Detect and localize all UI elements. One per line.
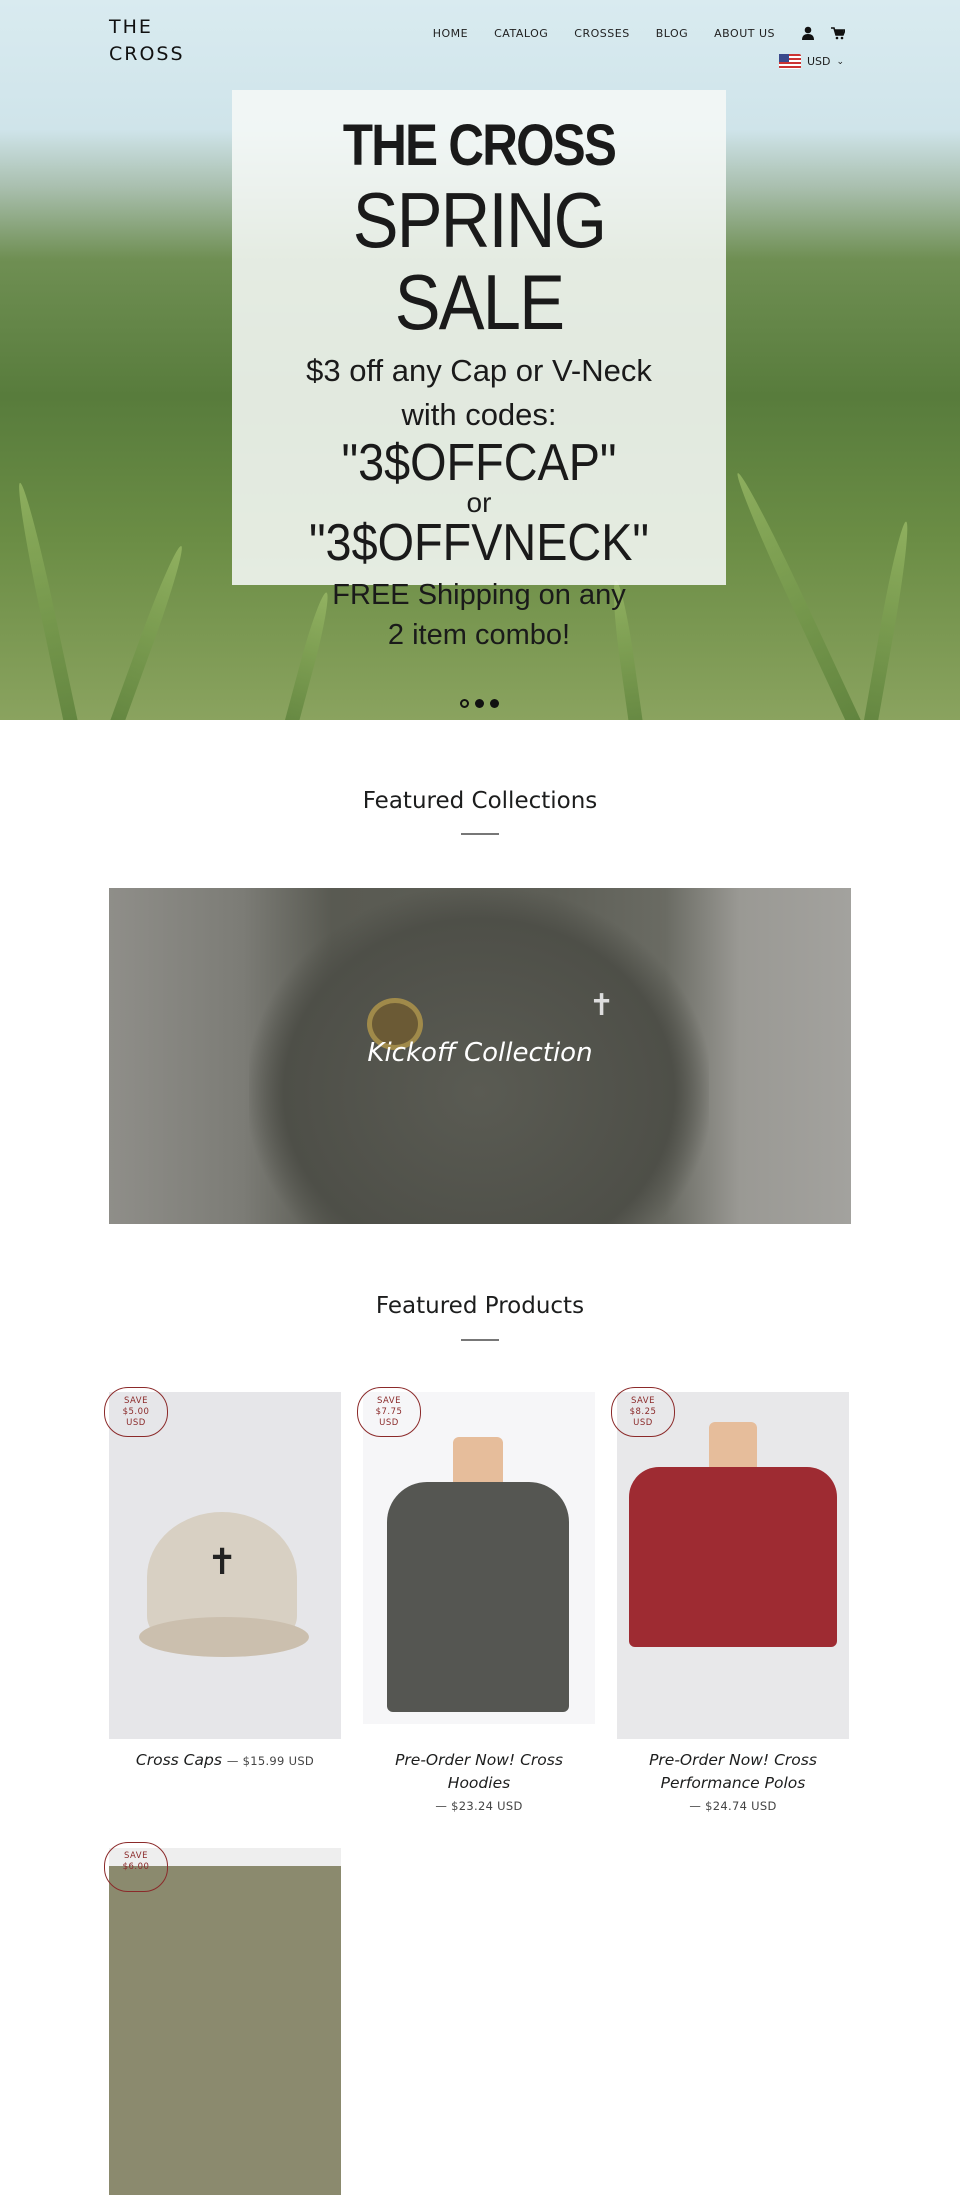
featured-products-title: Featured Products xyxy=(375,1293,585,1319)
product-title: Pre-Order Now! Cross Performance Polos xyxy=(649,1751,817,1792)
us-flag-icon xyxy=(778,54,801,69)
currency-selector[interactable]: USD ⌄ xyxy=(778,54,844,69)
collection-card[interactable]: ✝ Kickoff Collection xyxy=(109,888,851,1224)
sale-line: "3$OFFVNECK" xyxy=(308,514,650,572)
sale-line: THE CROSS xyxy=(342,113,617,178)
sale-line: 2 item combo! xyxy=(387,619,571,651)
sale-line: or xyxy=(466,487,492,518)
product-price: — $15.99 USD xyxy=(226,1754,315,1768)
slide-dot-1[interactable] xyxy=(460,699,469,708)
product-image[interactable] xyxy=(617,1392,849,1739)
cross-emblem-icon: ✝ xyxy=(589,988,615,1023)
divider xyxy=(461,1339,499,1341)
nav-home[interactable]: HOME xyxy=(433,27,468,40)
currency-label: USD xyxy=(806,55,831,68)
sale-banner[interactable]: THE CROSS SPRING SALE $3 off any Cap or … xyxy=(232,90,726,651)
collection-name: Kickoff Collection xyxy=(367,1038,593,1068)
nav-about-us[interactable]: ABOUT US xyxy=(714,27,775,40)
logo-line: CROSS xyxy=(109,43,185,65)
sale-line: $3 off any Cap or V-Neck xyxy=(306,353,652,388)
hero-slideshow: THE CROSS SPRING SALE $3 off any Cap or … xyxy=(0,0,960,720)
product-title: Cross Caps xyxy=(135,1751,222,1769)
sale-line: FREE Shipping on any xyxy=(332,579,626,611)
nav-blog[interactable]: BLOG xyxy=(656,27,688,40)
sale-line: "3$OFFCAP" xyxy=(341,434,617,492)
sale-line: SPRING SALE xyxy=(352,176,607,346)
sale-badge: SAVE $6.00 xyxy=(104,1842,168,1892)
slide-dot-2[interactable] xyxy=(475,699,484,708)
account-icon[interactable] xyxy=(801,26,815,40)
nav-crosses[interactable]: CROSSES xyxy=(574,27,629,40)
product-card[interactable] xyxy=(109,1848,341,2195)
product-image[interactable]: ✝ xyxy=(109,1392,341,1739)
featured-collections-title: Featured Collections xyxy=(362,788,598,814)
product-title: Pre-Order Now! Cross Hoodies xyxy=(395,1751,563,1792)
cart-icon[interactable] xyxy=(831,26,845,40)
product-card[interactable]: Pre-Order Now! Cross Hoodies — $23.24 USD xyxy=(363,1392,595,1818)
chevron-down-icon: ⌄ xyxy=(836,56,844,67)
site-logo[interactable]: THE CROSS xyxy=(109,14,185,68)
slide-dot-3[interactable] xyxy=(490,699,499,708)
product-price: — $24.74 USD xyxy=(689,1799,777,1813)
main-nav: HOME CATALOG CROSSES BLOG ABOUT US xyxy=(433,26,845,40)
cross-emblem-icon: ✝ xyxy=(207,1542,238,1583)
nav-catalog[interactable]: CATALOG xyxy=(494,27,548,40)
product-image[interactable] xyxy=(109,1848,341,2195)
slide-dots xyxy=(460,699,499,708)
divider xyxy=(461,833,499,835)
product-card[interactable]: ✝ Cross Caps — $15.99 USD xyxy=(109,1392,341,1773)
product-price: — $23.24 USD xyxy=(435,1799,523,1813)
sale-badge: SAVE $8.25 USD xyxy=(611,1387,675,1437)
product-card[interactable]: Pre-Order Now! Cross Performance Polos — … xyxy=(617,1392,849,1818)
logo-line: THE xyxy=(109,16,153,38)
sale-badge: SAVE $5.00 USD xyxy=(104,1387,168,1437)
product-image[interactable] xyxy=(363,1392,595,1724)
sale-line: with codes: xyxy=(401,397,557,432)
sale-badge: SAVE $7.75 USD xyxy=(357,1387,421,1437)
